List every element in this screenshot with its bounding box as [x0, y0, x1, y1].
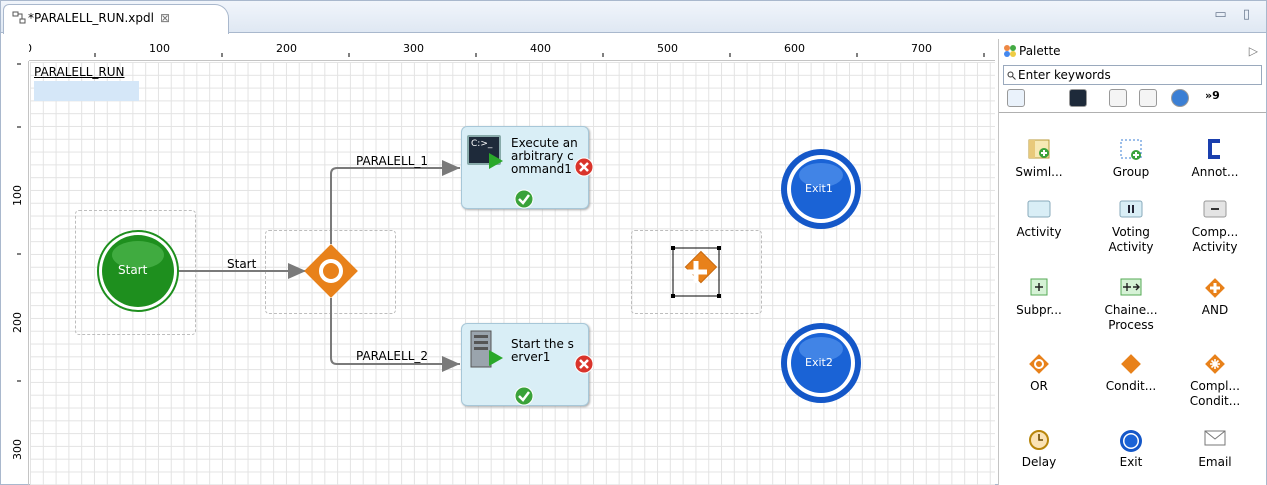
- exit-icon: [1120, 430, 1142, 452]
- tab-email-icon[interactable]: [1109, 89, 1127, 107]
- execute-command-task[interactable]: C:>_ Execute an arbitrary c ommand1: [461, 126, 594, 209]
- play-icon: [489, 153, 503, 169]
- window-buttons[interactable]: ▭ ▯: [1214, 7, 1256, 22]
- or-gateway-icon: [1029, 354, 1049, 374]
- ruler-ticks: [94, 53, 985, 57]
- task-text: Execute an arbitrary c ommand1: [511, 137, 582, 176]
- palette-item-and[interactable]: AND: [1179, 277, 1251, 318]
- palette-item-or[interactable]: OR: [1003, 353, 1075, 394]
- palette-item-delay[interactable]: Delay: [1003, 429, 1075, 470]
- palette-search-input[interactable]: Enter keywords: [1003, 65, 1262, 85]
- palette-item-email[interactable]: Email: [1179, 429, 1251, 470]
- process-file-icon: [12, 11, 26, 24]
- play-icon: [489, 350, 503, 366]
- palette-item-complete-activity[interactable]: Comp... Activity: [1179, 199, 1251, 255]
- palette-item-label: Condit...: [1105, 379, 1157, 393]
- paralell-2-label: PARALELL_2: [356, 349, 429, 363]
- diagram-canvas[interactable]: PARALELL_RUN Start Start PARALELL_1 PARA…: [30, 62, 995, 485]
- activity-icon: [1027, 200, 1051, 218]
- palette-panel: Palette ▷ Enter keywords »9 Swiml... Gro…: [998, 39, 1266, 485]
- palette-header: Palette ▷: [999, 39, 1266, 63]
- email-icon: [1204, 430, 1226, 446]
- palette-item-voting-activity[interactable]: Voting Activity: [1095, 199, 1167, 255]
- palette-item-label: Email: [1198, 455, 1232, 469]
- tab-document-icon[interactable]: [1139, 89, 1157, 107]
- tab-service-icon[interactable]: [1171, 89, 1189, 107]
- palette-item-label: Voting Activity: [1108, 225, 1154, 254]
- vertical-ruler: 100 200 300: [7, 61, 29, 485]
- palette-item-label: Activity: [1016, 225, 1062, 239]
- palette-item-subprocess[interactable]: Subpr...: [1003, 277, 1075, 318]
- palette-item-label: Comp... Activity: [1191, 225, 1239, 254]
- ruler-ticks: [17, 63, 21, 382]
- palette-item-label: Chaine... Process: [1104, 303, 1158, 332]
- or-gateway[interactable]: [304, 244, 358, 298]
- palette-item-annotation[interactable]: Annot...: [1179, 139, 1251, 180]
- palette-item-label: Exit: [1119, 455, 1143, 469]
- palette-item-label: Swiml...: [1015, 165, 1063, 179]
- error-icon: [574, 354, 594, 374]
- palette-item-group[interactable]: Group: [1095, 139, 1167, 180]
- palette-tabs: »9: [999, 87, 1266, 113]
- start-server-task[interactable]: Start the s erver1: [461, 323, 594, 406]
- palette-title: Palette: [1019, 44, 1061, 58]
- start-flow-label: Start: [227, 257, 257, 271]
- swimlane-icon: [1028, 139, 1050, 159]
- complex-conditional-icon: [1205, 354, 1225, 374]
- success-icon: [514, 189, 534, 209]
- paralell-1-flow-line[interactable]: [330, 160, 460, 244]
- and-gateway-icon: [1205, 278, 1225, 298]
- tab-basic-icon[interactable]: [1007, 89, 1025, 107]
- exit1-label: Exit1: [805, 182, 833, 195]
- group-icon: [1120, 139, 1142, 160]
- conditional-gateway-icon: [1121, 354, 1141, 374]
- palette-item-complex-conditional[interactable]: Compl... Condit...: [1179, 353, 1251, 409]
- palette-item-chained-process[interactable]: Chaine... Process: [1095, 277, 1167, 333]
- complete-activity-icon: [1203, 200, 1227, 218]
- palette-item-label: Subpr...: [1016, 303, 1062, 317]
- and-gateway[interactable]: [671, 246, 721, 298]
- horizontal-ruler: 0 100 200 300 400 500 600 700: [29, 39, 995, 61]
- paralell-1-label: PARALELL_1: [356, 154, 429, 168]
- annotation-icon: [1208, 139, 1220, 159]
- palette-icon: [1004, 45, 1016, 57]
- error-icon: [574, 157, 594, 177]
- palette-item-swimlane[interactable]: Swiml...: [1003, 139, 1075, 180]
- editor-tab[interactable]: *PARALELL_RUN.xpdl ⊠: [3, 4, 229, 34]
- palette-item-label: OR: [1030, 379, 1048, 393]
- palette-item-label: Group: [1112, 165, 1150, 179]
- palette-item-activity[interactable]: Activity: [1003, 199, 1075, 240]
- palette-item-exit[interactable]: Exit: [1095, 429, 1167, 470]
- task-text: Start the s erver1: [511, 338, 578, 364]
- search-icon: [1007, 71, 1016, 80]
- close-tab-icon[interactable]: ⊠: [160, 11, 170, 25]
- tab-command-icon[interactable]: [1069, 89, 1087, 107]
- delay-icon: [1029, 430, 1049, 450]
- subprocess-icon: [1030, 278, 1048, 296]
- success-icon: [514, 386, 534, 406]
- collapse-palette-icon[interactable]: ▷: [1249, 44, 1258, 58]
- editor-window: *PARALELL_RUN.xpdl ⊠ ▭ ▯ 0 100 200 300 40…: [0, 0, 1267, 485]
- exit2-label: Exit2: [805, 356, 833, 369]
- voting-activity-icon: [1119, 200, 1143, 218]
- start-event-label: Start: [118, 263, 148, 277]
- search-placeholder: Enter keywords: [1018, 68, 1111, 82]
- chained-process-icon: [1120, 278, 1142, 296]
- palette-item-label: AND: [1201, 303, 1229, 317]
- palette-item-conditional[interactable]: Condit...: [1095, 353, 1167, 394]
- editor-tab-title: *PARALELL_RUN.xpdl: [28, 11, 154, 25]
- editor-tab-bar: *PARALELL_RUN.xpdl ⊠ ▭ ▯: [1, 1, 1266, 34]
- palette-item-label: Compl... Condit...: [1189, 379, 1241, 408]
- palette-item-label: Delay: [1021, 455, 1057, 469]
- more-tabs-indicator[interactable]: »9: [1205, 89, 1220, 102]
- palette-item-label: Annot...: [1191, 165, 1239, 179]
